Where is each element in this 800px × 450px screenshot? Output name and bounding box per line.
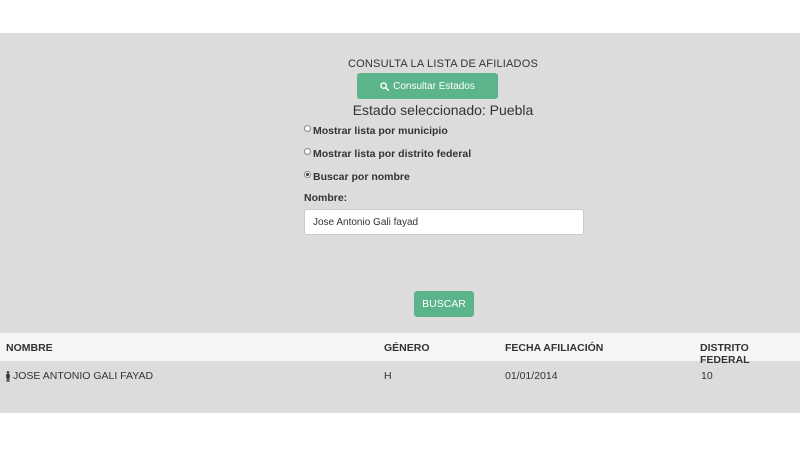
option-municipio[interactable]: Mostrar lista por municipio bbox=[304, 124, 448, 137]
male-user-icon bbox=[6, 370, 10, 382]
row-nombre-cell: JOSE ANTONIO GALI FAYAD bbox=[5, 370, 153, 382]
row-genero: H bbox=[384, 370, 392, 382]
option-municipio-label: Mostrar lista por municipio bbox=[313, 125, 448, 137]
option-distrito-label: Mostrar lista por distrito federal bbox=[313, 148, 472, 160]
table-header: NOMBRE GÉNERO FECHA AFILIACIÓN DISTRITO … bbox=[0, 333, 800, 366]
main-panel: CONSULTA LA LISTA DE AFILIADOS Consultar… bbox=[0, 33, 800, 413]
nombre-input-value: Jose Antonio Gali fayad bbox=[313, 216, 419, 228]
consultar-estados-label: Consultar Estados bbox=[393, 80, 475, 92]
option-distrito[interactable]: Mostrar lista por distrito federal bbox=[304, 147, 472, 160]
buscar-button[interactable]: BUSCAR bbox=[414, 291, 474, 317]
radio-municipio[interactable] bbox=[304, 124, 311, 132]
nombre-field-label: Nombre: bbox=[304, 192, 348, 204]
column-genero: GÉNERO bbox=[384, 342, 430, 354]
column-fecha: FECHA AFILIACIÓN bbox=[505, 342, 604, 354]
search-icon bbox=[380, 81, 390, 91]
column-nombre: NOMBRE bbox=[6, 342, 53, 354]
table-row[interactable]: JOSE ANTONIO GALI FAYAD H 01/01/2014 10 bbox=[0, 362, 800, 392]
option-nombre-label: Buscar por nombre bbox=[313, 171, 410, 183]
radio-distrito[interactable] bbox=[304, 147, 311, 155]
selected-state-label: Estado seleccionado: Puebla bbox=[352, 102, 534, 118]
row-distrito: 10 bbox=[701, 370, 713, 382]
option-nombre[interactable]: Buscar por nombre bbox=[304, 170, 410, 183]
row-nombre: JOSE ANTONIO GALI FAYAD bbox=[13, 370, 154, 382]
nombre-input[interactable]: Jose Antonio Gali fayad bbox=[304, 209, 584, 235]
page-title: CONSULTA LA LISTA DE AFILIADOS bbox=[347, 58, 538, 70]
row-fecha: 01/01/2014 bbox=[505, 370, 558, 382]
consultar-estados-button[interactable]: Consultar Estados bbox=[357, 73, 498, 99]
radio-nombre[interactable] bbox=[304, 170, 311, 178]
